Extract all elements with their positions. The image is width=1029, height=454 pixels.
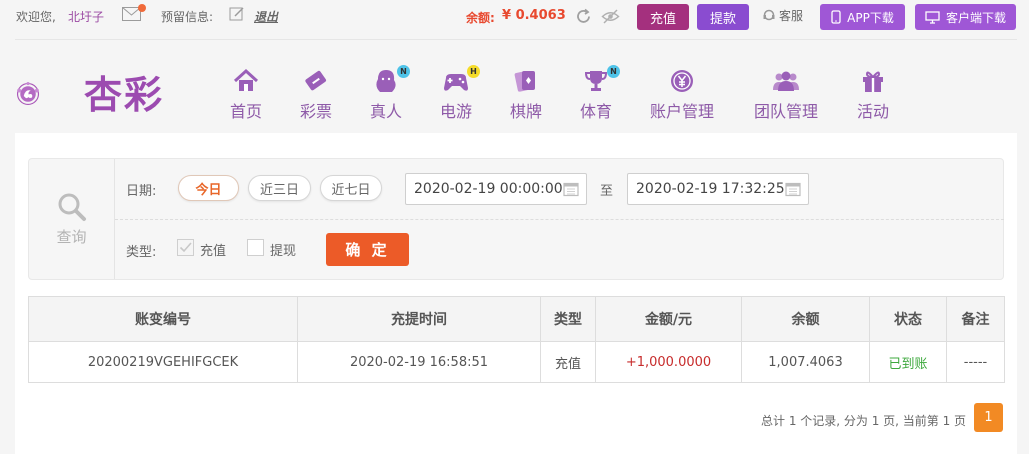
cell-remark: ----- bbox=[946, 341, 1005, 383]
yen-coin-icon bbox=[671, 70, 693, 92]
calendar-icon[interactable] bbox=[785, 181, 801, 197]
customer-service-label: 客服 bbox=[779, 9, 804, 23]
nav-home[interactable]: 首页 bbox=[230, 68, 262, 122]
query-box: 查询 日期: 今日 近三日 近七日 2020-02-19 00:00:00 至 … bbox=[28, 158, 1004, 280]
gamepad-icon bbox=[444, 74, 468, 91]
balance-label: 余额: bbox=[466, 11, 495, 25]
headset-icon bbox=[763, 9, 775, 20]
range-7-days[interactable]: 近七日 bbox=[320, 175, 382, 201]
customer-service[interactable]: 客服 bbox=[762, 7, 803, 24]
brand-name[interactable]: 杏彩 bbox=[84, 64, 164, 119]
welcome-text: 欢迎您, bbox=[16, 10, 56, 24]
new-badge: N bbox=[607, 65, 621, 78]
start-date-value: 2020-02-19 00:00:00 bbox=[414, 181, 563, 197]
top-bar: 欢迎您, 北圩子 预留信息: 退出 余额: ¥ 0.4063 充值 提款 客服 … bbox=[0, 0, 1029, 36]
app-download-label: APP下载 bbox=[847, 10, 894, 25]
cell-id: 20200219VGEHIFGCEK bbox=[28, 341, 298, 383]
col-header-time: 充提时间 bbox=[297, 296, 541, 342]
nav-label: 真人 bbox=[370, 102, 403, 121]
cell-time: 2020-02-19 16:58:51 bbox=[297, 341, 541, 383]
pager-summary: 总计 1 个记录, 分为 1 页, 当前第 1 页 bbox=[761, 414, 967, 428]
phone-icon bbox=[831, 10, 841, 24]
nav-label: 彩票 bbox=[300, 102, 333, 121]
nav-team[interactable]: 团队管理 bbox=[754, 68, 818, 122]
col-header-status: 状态 bbox=[869, 296, 947, 342]
new-badge: N bbox=[397, 65, 411, 78]
range-today[interactable]: 今日 bbox=[178, 175, 239, 201]
cell-amount: +1,000.0000 bbox=[595, 341, 742, 383]
home-icon bbox=[233, 68, 259, 91]
notice-label: 预留信息: bbox=[161, 10, 214, 24]
range-3-days[interactable]: 近三日 bbox=[248, 175, 311, 201]
transactions-table: 账变编号 充提时间 类型 金额/元 余额 状态 备注 20200219VGEHI… bbox=[28, 296, 1005, 383]
col-header-amount: 金额/元 bbox=[595, 296, 742, 342]
type-recharge-label: 充值 bbox=[200, 244, 227, 259]
nav-sports[interactable]: N 体育 bbox=[580, 65, 621, 122]
confirm-button[interactable]: 确 定 bbox=[326, 233, 409, 266]
edit-icon[interactable] bbox=[229, 6, 245, 22]
table-header-row: 账变编号 充提时间 类型 金额/元 余额 状态 备注 bbox=[28, 296, 1005, 342]
search-icon[interactable] bbox=[57, 192, 87, 222]
nav-label: 体育 bbox=[580, 102, 613, 121]
username[interactable]: 北圩子 bbox=[68, 8, 104, 25]
nav-label: 棋牌 bbox=[510, 102, 543, 121]
type-withdraw-checkbox[interactable] bbox=[247, 239, 264, 256]
type-withdraw-label: 提现 bbox=[270, 244, 297, 259]
nav-label: 活动 bbox=[857, 102, 890, 121]
withdraw-button[interactable]: 提款 bbox=[697, 4, 749, 30]
type-recharge-checkbox[interactable] bbox=[177, 239, 194, 256]
end-date-input[interactable]: 2020-02-19 17:32:25 bbox=[627, 173, 809, 205]
query-divider bbox=[115, 219, 1004, 220]
lottery-ticket-icon bbox=[305, 70, 327, 91]
nav-label: 账户管理 bbox=[650, 102, 715, 121]
app-download-button[interactable]: APP下载 bbox=[820, 4, 905, 30]
query-side: 查询 bbox=[29, 159, 115, 279]
query-side-label: 查询 bbox=[56, 227, 87, 246]
refresh-icon[interactable] bbox=[575, 8, 592, 25]
unread-dot bbox=[138, 4, 146, 12]
client-download-label: 客户端下载 bbox=[945, 10, 1006, 25]
col-header-remark: 备注 bbox=[946, 296, 1005, 342]
balance-value: ¥ 0.4063 bbox=[502, 8, 566, 23]
col-header-id: 账变编号 bbox=[28, 296, 298, 342]
nav-label: 首页 bbox=[230, 102, 263, 121]
hot-badge: H bbox=[467, 65, 481, 78]
recharge-button[interactable]: 充值 bbox=[637, 4, 689, 30]
cards-icon bbox=[514, 71, 535, 92]
nav-account[interactable]: 账户管理 bbox=[650, 68, 714, 122]
date-label: 日期: bbox=[126, 184, 157, 199]
team-icon bbox=[773, 71, 799, 91]
logout-link[interactable]: 退出 bbox=[254, 8, 278, 25]
eye-hide-icon[interactable] bbox=[601, 8, 620, 25]
type-label: 类型: bbox=[126, 245, 157, 260]
nav-live[interactable]: N 真人 bbox=[370, 65, 411, 122]
main-panel: 查询 日期: 今日 近三日 近七日 2020-02-19 00:00:00 至 … bbox=[15, 133, 1017, 454]
nav-activity[interactable]: 活动 bbox=[857, 68, 889, 122]
header-divider bbox=[15, 39, 1017, 40]
gift-icon bbox=[863, 71, 883, 92]
calendar-icon[interactable] bbox=[563, 181, 579, 197]
client-download-button[interactable]: 客户端下载 bbox=[915, 4, 1016, 30]
page-1-button[interactable]: 1 bbox=[974, 403, 1003, 432]
start-date-input[interactable]: 2020-02-19 00:00:00 bbox=[405, 173, 587, 205]
cell-balance: 1,007.4063 bbox=[741, 341, 870, 383]
trophy-icon bbox=[584, 71, 608, 91]
table-row: 20200219VGEHIFGCEK 2020-02-19 16:58:51 充… bbox=[28, 341, 1005, 383]
nav-chess-cards[interactable]: 棋牌 bbox=[510, 68, 542, 122]
live-dealer-icon bbox=[376, 70, 396, 92]
to-label: 至 bbox=[600, 184, 614, 199]
check-icon bbox=[179, 242, 192, 253]
col-header-balance: 余额 bbox=[741, 296, 870, 342]
brand-logo-icon[interactable] bbox=[16, 63, 78, 125]
nav-egames[interactable]: H 电游 bbox=[440, 65, 481, 122]
col-header-type: 类型 bbox=[540, 296, 596, 342]
cell-type: 充值 bbox=[540, 341, 596, 383]
monitor-icon bbox=[925, 10, 940, 24]
nav-lottery[interactable]: 彩票 bbox=[300, 68, 332, 122]
end-date-value: 2020-02-19 17:32:25 bbox=[636, 181, 785, 197]
nav-label: 团队管理 bbox=[754, 102, 819, 121]
cell-status: 已到账 bbox=[869, 341, 947, 383]
nav-label: 电游 bbox=[440, 102, 473, 121]
